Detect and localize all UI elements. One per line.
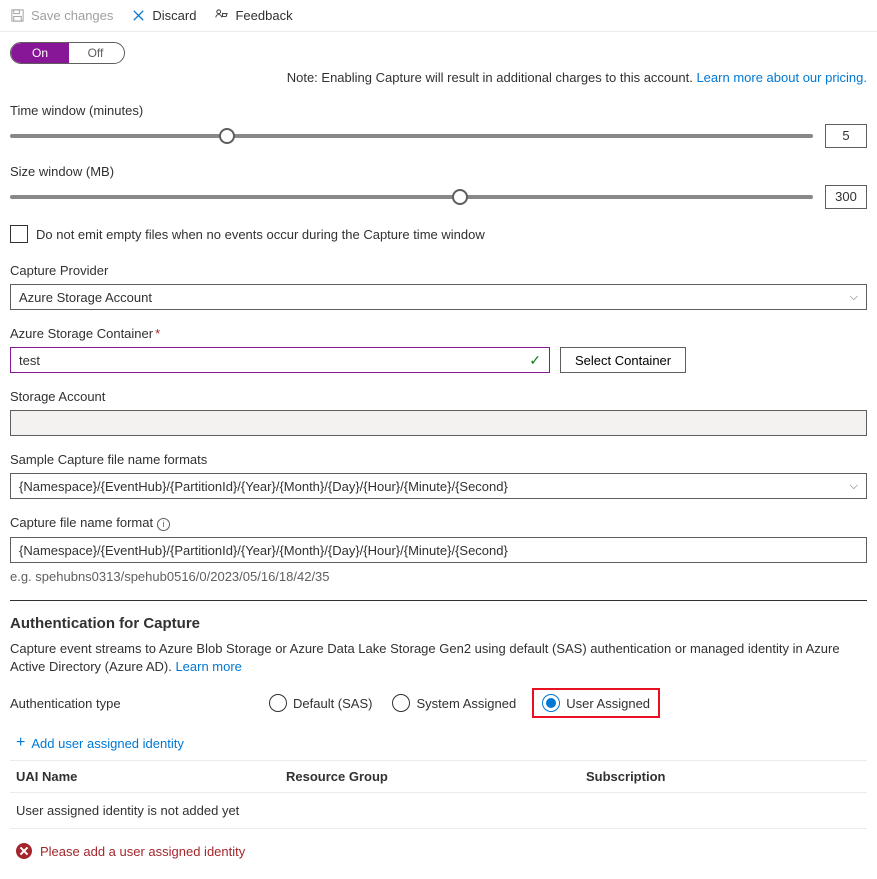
learn-more-link[interactable]: Learn more — [175, 659, 241, 674]
storage-account-input — [10, 410, 867, 436]
chevron-down-icon: ⌵ — [850, 291, 858, 304]
chevron-down-icon: ⌵ — [850, 480, 858, 493]
size-window-label: Size window (MB) — [10, 164, 867, 179]
divider — [10, 600, 867, 601]
close-icon — [131, 8, 146, 23]
check-icon: ✓ — [529, 352, 541, 369]
toggle-on: On — [11, 43, 69, 63]
empty-files-label: Do not emit empty files when no events o… — [36, 227, 485, 242]
uai-error: Please add a user assigned identity — [10, 843, 867, 859]
feedback-label: Feedback — [235, 8, 292, 23]
uai-error-text: Please add a user assigned identity — [40, 844, 245, 859]
col-resource-group: Resource Group — [286, 769, 586, 784]
auth-description: Capture event streams to Azure Blob Stor… — [10, 640, 867, 676]
note-text: Note: Enabling Capture will result in ad… — [287, 70, 697, 85]
size-window-slider[interactable] — [10, 187, 813, 207]
container-value: test — [19, 353, 40, 368]
discard-button[interactable]: Discard — [129, 4, 198, 27]
auth-type-label: Authentication type — [10, 696, 265, 711]
time-window-label: Time window (minutes) — [10, 103, 867, 118]
plus-icon: + — [16, 734, 25, 752]
save-icon — [10, 8, 25, 23]
toggle-off: Off — [67, 43, 124, 63]
provider-label: Capture Provider — [10, 263, 867, 278]
file-format-hint: e.g. spehubns0313/spehub0516/0/2023/05/1… — [10, 569, 867, 584]
col-subscription: Subscription — [586, 769, 861, 784]
feedback-button[interactable]: Feedback — [212, 4, 294, 27]
feedback-icon — [214, 8, 229, 23]
file-format-label: Capture file name formati — [10, 515, 867, 531]
container-input[interactable]: test ✓ — [10, 347, 550, 373]
pricing-note: Note: Enabling Capture will result in ad… — [10, 70, 867, 85]
add-user-identity-button[interactable]: + Add user assigned identity — [16, 734, 184, 752]
info-icon[interactable]: i — [157, 518, 170, 531]
file-format-value: {Namespace}/{EventHub}/{PartitionId}/{Ye… — [19, 543, 508, 558]
uai-table-header: UAI Name Resource Group Subscription — [10, 760, 867, 793]
col-uai-name: UAI Name — [16, 769, 286, 784]
empty-files-checkbox[interactable] — [10, 225, 28, 243]
provider-value: Azure Storage Account — [19, 290, 152, 305]
auth-type-radio-group: Default (SAS) System Assigned User Assig… — [265, 688, 660, 718]
sample-format-label: Sample Capture file name formats — [10, 452, 867, 467]
sample-format-value: {Namespace}/{EventHub}/{PartitionId}/{Ye… — [19, 479, 508, 494]
container-label: Azure Storage Container* — [10, 326, 867, 341]
storage-account-label: Storage Account — [10, 389, 867, 404]
radio-user-assigned[interactable]: User Assigned — [532, 688, 660, 718]
provider-select[interactable]: Azure Storage Account ⌵ — [10, 284, 867, 310]
radio-default-sas[interactable]: Default (SAS) — [265, 692, 376, 714]
toolbar: Save changes Discard Feedback — [0, 0, 877, 32]
radio-system-assigned[interactable]: System Assigned — [388, 692, 520, 714]
auth-section-title: Authentication for Capture — [10, 615, 867, 632]
save-button: Save changes — [8, 4, 115, 27]
file-format-input[interactable]: {Namespace}/{EventHub}/{PartitionId}/{Ye… — [10, 537, 867, 563]
size-window-value[interactable]: 300 — [825, 185, 867, 209]
time-window-slider[interactable] — [10, 126, 813, 146]
add-user-identity-label: Add user assigned identity — [31, 736, 183, 751]
pricing-link[interactable]: Learn more about our pricing. — [696, 70, 867, 85]
error-icon — [16, 843, 32, 859]
save-label: Save changes — [31, 8, 113, 23]
sample-format-select[interactable]: {Namespace}/{EventHub}/{PartitionId}/{Ye… — [10, 473, 867, 499]
capture-toggle[interactable]: On Off — [10, 42, 125, 64]
discard-label: Discard — [152, 8, 196, 23]
time-window-value[interactable]: 5 — [825, 124, 867, 148]
uai-empty-row: User assigned identity is not added yet — [10, 793, 867, 829]
select-container-button[interactable]: Select Container — [560, 347, 686, 373]
